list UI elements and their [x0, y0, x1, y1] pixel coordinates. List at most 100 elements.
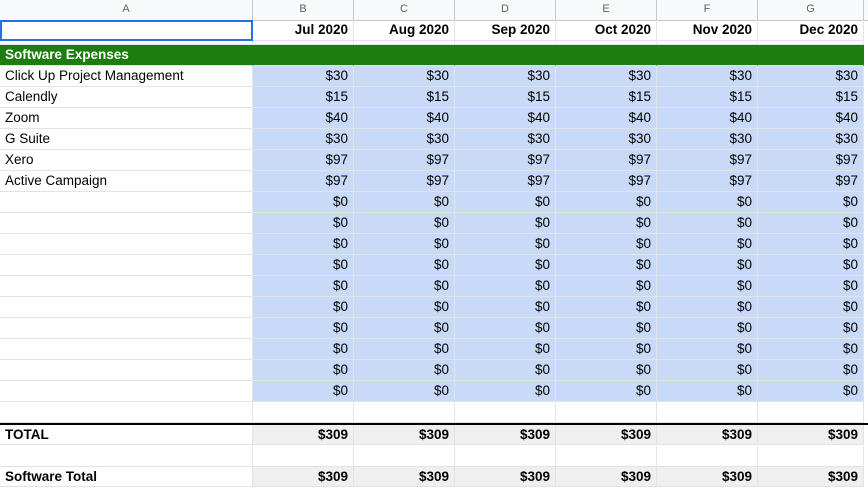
expense-value[interactable]: $0 [556, 276, 657, 297]
expense-label[interactable] [0, 276, 253, 297]
expense-value[interactable]: $0 [556, 318, 657, 339]
expense-value[interactable]: $97 [253, 150, 354, 171]
expense-value[interactable]: $0 [253, 318, 354, 339]
expense-value[interactable]: $97 [455, 150, 556, 171]
expense-value[interactable]: $0 [657, 318, 758, 339]
expense-value[interactable]: $0 [556, 234, 657, 255]
expense-label[interactable] [0, 339, 253, 360]
software-total-value[interactable]: $309 [354, 467, 455, 487]
expense-value[interactable]: $15 [354, 87, 455, 108]
section-header-cell[interactable] [556, 45, 657, 66]
blank-cell[interactable] [657, 402, 758, 423]
expense-value[interactable]: $40 [758, 108, 864, 129]
blank-cell[interactable] [758, 446, 864, 467]
expense-label[interactable] [0, 297, 253, 318]
expense-value[interactable]: $0 [253, 192, 354, 213]
expense-value[interactable]: $40 [556, 108, 657, 129]
expense-value[interactable]: $0 [455, 360, 556, 381]
selected-cell-a1[interactable] [0, 20, 253, 41]
expense-value[interactable]: $30 [455, 66, 556, 87]
total-value[interactable]: $309 [758, 425, 864, 445]
expense-value[interactable]: $97 [556, 150, 657, 171]
expense-value[interactable]: $0 [657, 234, 758, 255]
expense-value[interactable]: $30 [657, 129, 758, 150]
column-header-c[interactable]: C [354, 0, 455, 20]
expense-value[interactable]: $0 [758, 339, 864, 360]
expense-value[interactable]: $15 [657, 87, 758, 108]
expense-value[interactable]: $30 [758, 129, 864, 150]
expense-label[interactable]: G Suite [0, 129, 253, 150]
total-value[interactable]: $309 [354, 425, 455, 445]
expense-value[interactable]: $30 [455, 129, 556, 150]
expense-value[interactable]: $30 [556, 66, 657, 87]
expense-value[interactable]: $0 [455, 318, 556, 339]
expense-value[interactable]: $0 [354, 192, 455, 213]
expense-value[interactable]: $97 [657, 150, 758, 171]
expense-value[interactable]: $97 [657, 171, 758, 192]
month-header-cell[interactable]: Jul 2020 [253, 20, 354, 41]
expense-value[interactable]: $0 [253, 255, 354, 276]
expense-value[interactable]: $15 [455, 87, 556, 108]
software-total-value[interactable]: $309 [556, 467, 657, 487]
section-header-cell[interactable] [657, 45, 758, 66]
expense-value[interactable]: $0 [253, 297, 354, 318]
expense-label[interactable]: Zoom [0, 108, 253, 129]
expense-label[interactable] [0, 234, 253, 255]
expense-label[interactable]: Xero [0, 150, 253, 171]
expense-value[interactable]: $0 [657, 255, 758, 276]
expense-label[interactable] [0, 381, 253, 402]
total-value[interactable]: $309 [455, 425, 556, 445]
expense-value[interactable]: $97 [556, 171, 657, 192]
expense-value[interactable]: $0 [354, 339, 455, 360]
expense-value[interactable]: $40 [253, 108, 354, 129]
expense-value[interactable]: $30 [253, 129, 354, 150]
blank-cell[interactable] [455, 402, 556, 423]
expense-value[interactable]: $40 [354, 108, 455, 129]
expense-value[interactable]: $0 [556, 213, 657, 234]
expense-value[interactable]: $0 [253, 276, 354, 297]
expense-value[interactable]: $0 [455, 297, 556, 318]
blank-cell[interactable] [354, 402, 455, 423]
expense-value[interactable]: $0 [354, 297, 455, 318]
column-header-b[interactable]: B [253, 0, 354, 20]
expense-value[interactable]: $0 [455, 255, 556, 276]
expense-label[interactable]: Click Up Project Management [0, 66, 253, 87]
expense-value[interactable]: $0 [657, 192, 758, 213]
expense-value[interactable]: $0 [758, 318, 864, 339]
blank-cell[interactable] [0, 402, 253, 423]
expense-value[interactable]: $15 [758, 87, 864, 108]
expense-value[interactable]: $0 [354, 213, 455, 234]
blank-cell[interactable] [354, 446, 455, 467]
expense-value[interactable]: $97 [455, 171, 556, 192]
expense-value[interactable]: $0 [556, 297, 657, 318]
expense-value[interactable]: $15 [253, 87, 354, 108]
expense-label[interactable]: Active Campaign [0, 171, 253, 192]
expense-value[interactable]: $0 [354, 276, 455, 297]
month-header-cell[interactable]: Dec 2020 [758, 20, 864, 41]
column-header-e[interactable]: E [556, 0, 657, 20]
expense-value[interactable]: $0 [253, 234, 354, 255]
expense-label[interactable] [0, 360, 253, 381]
expense-value[interactable]: $15 [556, 87, 657, 108]
month-header-cell[interactable]: Aug 2020 [354, 20, 455, 41]
expense-value[interactable]: $30 [253, 66, 354, 87]
expense-value[interactable]: $0 [758, 234, 864, 255]
expense-value[interactable]: $30 [556, 129, 657, 150]
total-value[interactable]: $309 [556, 425, 657, 445]
expense-value[interactable]: $0 [354, 234, 455, 255]
expense-value[interactable]: $0 [455, 192, 556, 213]
expense-value[interactable]: $0 [758, 276, 864, 297]
section-header-cell[interactable] [758, 45, 864, 66]
expense-value[interactable]: $0 [657, 297, 758, 318]
expense-value[interactable]: $0 [657, 213, 758, 234]
expense-value[interactable]: $0 [253, 381, 354, 402]
software-total-value[interactable]: $309 [253, 467, 354, 487]
column-header-f[interactable]: F [657, 0, 758, 20]
expense-label[interactable] [0, 318, 253, 339]
expense-value[interactable]: $0 [556, 339, 657, 360]
expense-value[interactable]: $0 [354, 255, 455, 276]
software-total-value[interactable]: $309 [657, 467, 758, 487]
blank-cell[interactable] [0, 446, 253, 467]
blank-cell[interactable] [657, 446, 758, 467]
expense-value[interactable]: $0 [455, 276, 556, 297]
